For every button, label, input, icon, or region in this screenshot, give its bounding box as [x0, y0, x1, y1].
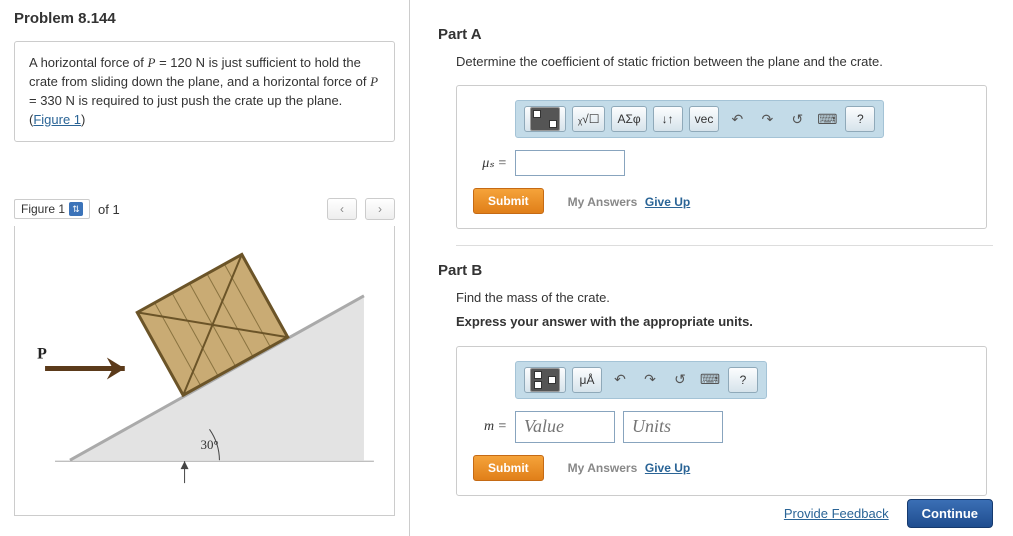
- figure-image: 30°: [14, 226, 395, 516]
- m-units-input[interactable]: [623, 411, 723, 443]
- templates-button[interactable]: [524, 367, 566, 393]
- val-p1: = 120 N: [155, 55, 205, 70]
- templates-icon: [530, 107, 560, 131]
- mu-s-input[interactable]: [515, 150, 625, 176]
- separator: [456, 245, 993, 246]
- figure-prev-button[interactable]: ‹: [327, 198, 357, 220]
- part-b-toolbar: μÅ ↶ ↷ ↺ ⌨ ?: [515, 361, 767, 399]
- m-value-input[interactable]: [515, 411, 615, 443]
- text: ): [81, 112, 85, 127]
- part-b-prompt: Find the mass of the crate.: [456, 289, 993, 307]
- figure-next-button[interactable]: ›: [365, 198, 395, 220]
- part-a-answer-box: ᵪ√☐ ΑΣφ ↓↑ vec ↶ ↷ ↺ ⌨ ? μₛ = Submit My …: [456, 85, 987, 229]
- redo-icon[interactable]: ↷: [638, 368, 662, 392]
- vec-button[interactable]: vec: [689, 106, 720, 132]
- part-a-prompt: Determine the coefficient of static fric…: [456, 53, 993, 71]
- templates-button[interactable]: [524, 106, 566, 132]
- keyboard-icon[interactable]: ⌨: [815, 107, 839, 131]
- part-a-title: Part A: [438, 26, 993, 43]
- redo-icon[interactable]: ↷: [755, 107, 779, 131]
- part-b-answer-box: μÅ ↶ ↷ ↺ ⌨ ? m = Submit My Answers Give …: [456, 346, 987, 496]
- part-a-give-up[interactable]: Give Up: [645, 195, 690, 209]
- part-a-submit-button[interactable]: Submit: [473, 188, 544, 214]
- figure-of-text: of 1: [98, 202, 120, 217]
- part-b-prompt2: Express your answer with the appropriate…: [456, 313, 993, 331]
- mu-s-label: μₛ =: [473, 155, 507, 172]
- svg-text:P: P: [37, 346, 47, 363]
- units-button[interactable]: μÅ: [572, 367, 602, 393]
- figure-selector[interactable]: Figure 1 ⇅: [14, 199, 90, 219]
- var-p2: P: [370, 74, 378, 89]
- part-a-my-answers[interactable]: My Answers: [568, 195, 638, 209]
- svg-text:30°: 30°: [201, 438, 219, 453]
- reset-icon[interactable]: ↺: [668, 368, 692, 392]
- undo-icon[interactable]: ↶: [608, 368, 632, 392]
- continue-button[interactable]: Continue: [907, 499, 993, 528]
- m-label: m =: [473, 419, 507, 435]
- undo-icon[interactable]: ↶: [725, 107, 749, 131]
- part-b-my-answers[interactable]: My Answers: [568, 461, 638, 475]
- problem-statement: A horizontal force of P = 120 N is just …: [14, 41, 395, 142]
- help-button[interactable]: ?: [728, 367, 758, 393]
- figure-link[interactable]: Figure 1: [33, 112, 81, 127]
- greek-button[interactable]: ΑΣφ: [611, 106, 646, 132]
- part-b-give-up[interactable]: Give Up: [645, 461, 690, 475]
- text: A horizontal force of: [29, 55, 148, 70]
- part-b-title: Part B: [438, 262, 993, 279]
- subscript-button[interactable]: ↓↑: [653, 106, 683, 132]
- figure-label-text: Figure 1: [21, 202, 65, 216]
- reset-icon[interactable]: ↺: [785, 107, 809, 131]
- problem-title: Problem 8.144: [14, 10, 395, 27]
- root-button[interactable]: ᵪ√☐: [572, 106, 605, 132]
- part-b-submit-button[interactable]: Submit: [473, 455, 544, 481]
- provide-feedback-link[interactable]: Provide Feedback: [784, 506, 889, 521]
- help-button[interactable]: ?: [845, 106, 875, 132]
- keyboard-icon[interactable]: ⌨: [698, 368, 722, 392]
- val-p2: = 330 N: [29, 93, 75, 108]
- spinner-icon: ⇅: [69, 202, 83, 216]
- templates-icon: [530, 368, 560, 392]
- part-a-toolbar: ᵪ√☐ ΑΣφ ↓↑ vec ↶ ↷ ↺ ⌨ ?: [515, 100, 884, 138]
